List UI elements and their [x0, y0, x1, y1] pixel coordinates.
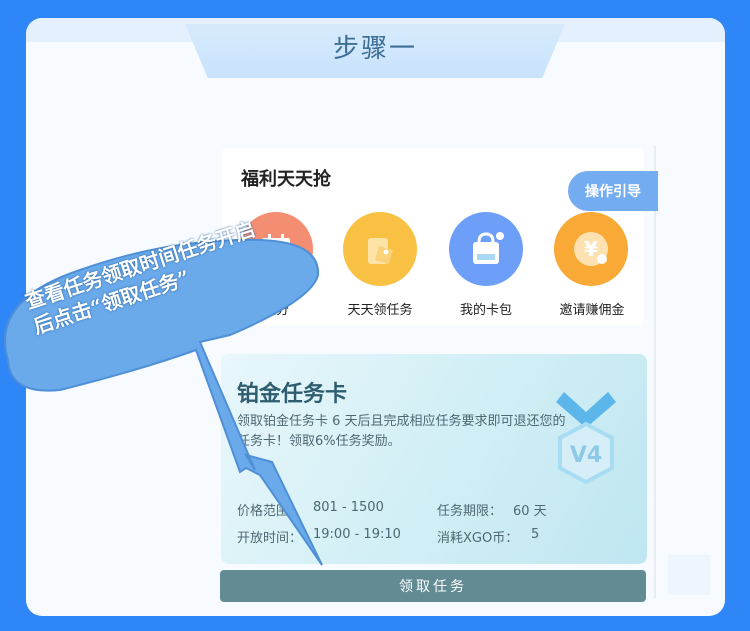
svg-text:¥: ¥	[584, 237, 598, 261]
open-time-value: 19:00 - 19:10	[313, 527, 401, 542]
welfare-item-label: 我的卡包	[459, 303, 512, 318]
scroll-divider	[654, 146, 656, 598]
welfare-item-card-pack[interactable]	[449, 212, 523, 286]
price-label: 价格范围	[237, 504, 290, 519]
cost-label: 消耗XGO币：	[437, 531, 519, 546]
welfare-title: 福利天天抢	[241, 169, 331, 190]
cost-value: 5	[531, 527, 540, 542]
v4-medal-icon: V4	[556, 392, 616, 485]
yen-icon: ¥	[554, 212, 628, 286]
welfare-item-invite[interactable]: ¥	[554, 212, 628, 286]
claim-task-button[interactable]: 领取任务	[220, 570, 646, 602]
corner-shade	[668, 555, 710, 595]
welfare-item-label: 积分	[262, 303, 289, 318]
period-label: 任务期限：	[437, 504, 503, 519]
welfare-item-label: 天天领任务	[347, 303, 413, 318]
price-value: 801 - 1500	[313, 500, 384, 515]
period-value: 60 天	[513, 504, 547, 519]
task-card-title: 铂金任务卡	[237, 382, 348, 407]
medal-badge-text: V4	[570, 443, 602, 468]
guide-button[interactable]: 操作引导	[568, 171, 658, 211]
gift-tag-icon	[343, 212, 417, 286]
bag-icon	[449, 212, 523, 286]
task-card-description: 领取铂金任务卡 6 天后且完成相应任务要求即可退还您的任务卡！领取6%任务奖励。	[237, 414, 566, 449]
welfare-item-label: 邀请赚佣金	[559, 303, 625, 318]
welfare-item-daily-task[interactable]	[343, 212, 417, 286]
step-title: 步骤一	[332, 34, 417, 64]
open-time-label: 开放时间：	[237, 531, 303, 546]
